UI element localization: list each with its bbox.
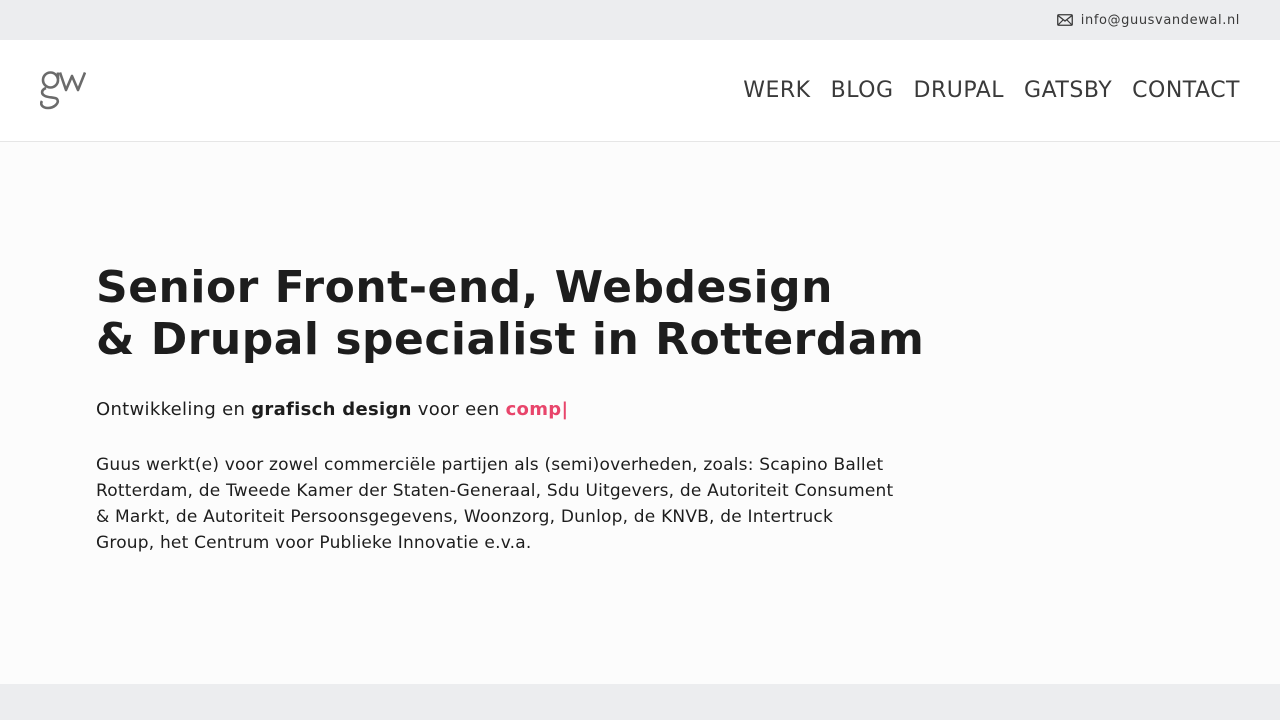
page-title: Senior Front-end, Webdesign & Drupal spe…	[96, 262, 996, 366]
nav-item-gatsby[interactable]: GATSBY	[1024, 79, 1112, 102]
clients-paragraph: Guus werkt(e) voor zowel commerciële par…	[96, 455, 894, 553]
tagline-prefix: Ontwikkeling en	[96, 399, 252, 420]
main-nav: WERK BLOG DRUPAL GATSBY CONTACT	[743, 40, 1240, 141]
tagline: Ontwikkeling en grafisch design voor een…	[96, 399, 568, 420]
tagline-bold: grafisch design	[251, 399, 412, 420]
nav-item-werk[interactable]: WERK	[743, 79, 810, 102]
logo[interactable]: gw	[40, 70, 86, 110]
email-address: info@guusvandewal.nl	[1080, 12, 1240, 28]
nav-item-drupal[interactable]: DRUPAL	[914, 79, 1005, 102]
typed-word: comp|	[505, 399, 569, 420]
nav-item-contact[interactable]: CONTACT	[1132, 79, 1240, 102]
tagline-middle: voor een	[411, 399, 506, 420]
title-line-1: Senior Front-end, Webdesign	[96, 262, 833, 313]
footer-band	[0, 684, 1280, 720]
title-line-2: & Drupal specialist in Rotterdam	[96, 314, 925, 365]
top-bar: info@guusvandewal.nl	[0, 0, 1280, 40]
site-header: gw WERK BLOG DRUPAL GATSBY CONTACT	[0, 40, 1280, 142]
email-link[interactable]: info@guusvandewal.nl	[1056, 0, 1240, 40]
envelope-icon	[1056, 14, 1073, 26]
hero-section: Senior Front-end, Webdesign & Drupal spe…	[0, 142, 1280, 684]
nav-item-blog[interactable]: BLOG	[831, 79, 894, 102]
